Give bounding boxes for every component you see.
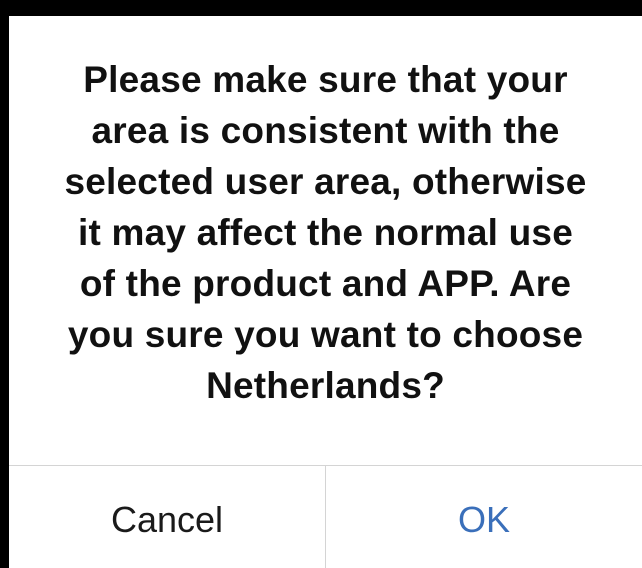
message-line: you sure you want to choose [67, 314, 584, 355]
region-confirm-dialog: Please make sure that your area is consi… [9, 16, 642, 568]
message-line: of the product and APP. Are [79, 263, 572, 304]
message-line: selected user area, otherwise [64, 161, 587, 202]
dialog-button-row: Cancel OK [9, 465, 642, 568]
ok-button[interactable]: OK [326, 466, 642, 568]
dialog-message: Please make sure that your area is consi… [9, 54, 642, 411]
message-line: it may affect the normal use [78, 212, 573, 253]
message-line: Please make sure that your [83, 59, 568, 100]
cancel-button[interactable]: Cancel [9, 466, 326, 568]
message-line: area is consistent with the [91, 110, 560, 151]
message-line: Netherlands? [206, 365, 445, 406]
